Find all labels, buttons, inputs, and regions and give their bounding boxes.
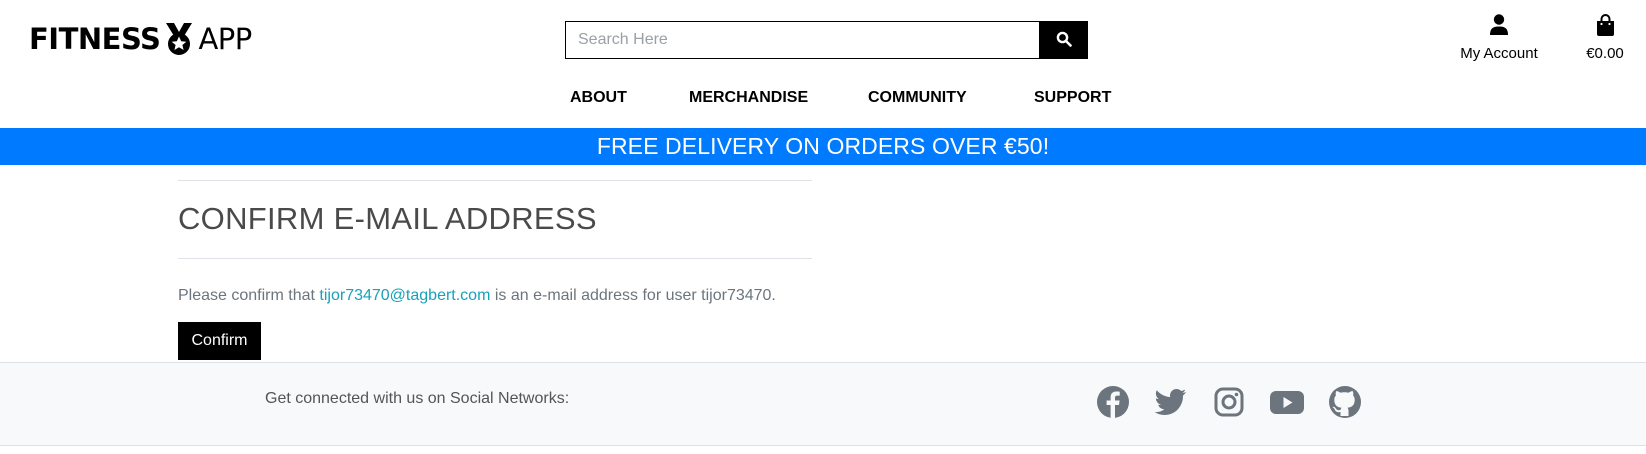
nav-row: ABOUT MERCHANDISE COMMUNITY SUPPORT bbox=[0, 89, 1646, 111]
confirm-message-suffix: is an e-mail address for user tijor73470… bbox=[490, 287, 776, 304]
github-icon[interactable] bbox=[1328, 385, 1362, 419]
nav-item-community[interactable]: COMMUNITY bbox=[868, 89, 967, 107]
footer: Get connected with us on Social Networks… bbox=[0, 362, 1646, 446]
free-delivery-banner: FREE DELIVERY ON ORDERS OVER €50! bbox=[0, 128, 1646, 165]
shopping-bag-icon bbox=[1576, 14, 1634, 40]
main-content: CONFIRM E-MAIL ADDRESS Please confirm th… bbox=[178, 180, 812, 360]
confirm-message-prefix: Please confirm that bbox=[178, 287, 320, 304]
logo-text-app: APP bbox=[198, 22, 252, 56]
confirm-message: Please confirm that tijor73470@tagbert.c… bbox=[178, 286, 812, 306]
cart-total: €0.00 bbox=[1586, 45, 1624, 62]
social-icons bbox=[1096, 385, 1386, 419]
search-input[interactable] bbox=[565, 21, 1039, 59]
nav-item-merchandise[interactable]: MERCHANDISE bbox=[689, 89, 808, 107]
divider-top bbox=[178, 180, 812, 181]
facebook-icon[interactable] bbox=[1096, 385, 1130, 419]
search-bar bbox=[565, 21, 1088, 59]
nav-item-support[interactable]: SUPPORT bbox=[1034, 89, 1111, 107]
cart-link[interactable]: €0.00 bbox=[1576, 14, 1634, 62]
my-account-link[interactable]: My Account bbox=[1448, 14, 1550, 62]
medal-icon bbox=[163, 22, 195, 56]
divider-bottom bbox=[178, 258, 812, 259]
logo-text-fitness: FITNESS bbox=[29, 22, 161, 56]
youtube-icon[interactable] bbox=[1270, 385, 1304, 419]
user-icon bbox=[1448, 14, 1550, 40]
nav-item-about[interactable]: ABOUT bbox=[570, 89, 627, 107]
twitter-icon[interactable] bbox=[1154, 385, 1188, 419]
site-logo[interactable]: FITNESS APP bbox=[29, 20, 252, 58]
social-text: Get connected with us on Social Networks… bbox=[265, 390, 570, 407]
search-button[interactable] bbox=[1039, 21, 1088, 59]
my-account-label: My Account bbox=[1460, 45, 1538, 62]
banner-text: FREE DELIVERY ON ORDERS OVER €50! bbox=[596, 133, 1050, 159]
search-icon bbox=[1056, 31, 1072, 50]
page-title: CONFIRM E-MAIL ADDRESS bbox=[178, 201, 597, 236]
confirm-button[interactable]: Confirm bbox=[178, 322, 261, 360]
instagram-icon[interactable] bbox=[1212, 385, 1246, 419]
email-link[interactable]: tijor73470@tagbert.com bbox=[319, 287, 490, 304]
